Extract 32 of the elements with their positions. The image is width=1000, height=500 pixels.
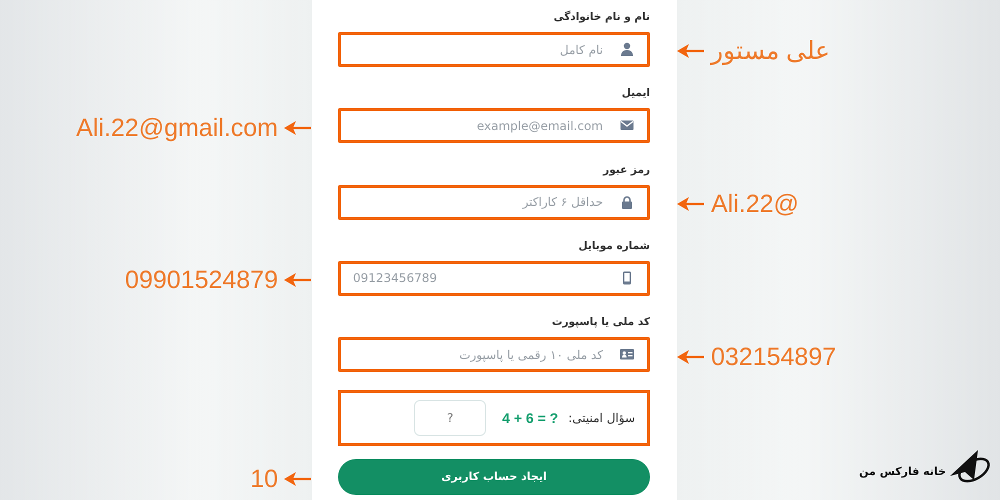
field-label: رمز عبور	[603, 162, 650, 178]
mobile-phone-icon	[620, 270, 634, 285]
annotation-text: 032154897	[711, 342, 836, 372]
annotation-text: 10	[250, 464, 278, 494]
input-field[interactable]: 09123456789	[338, 260, 650, 296]
field-label: کد ملی یا پاسپورت	[552, 315, 650, 330]
input-field[interactable]: نام کامل	[338, 32, 650, 67]
field-label: شماره موبایل	[578, 238, 650, 254]
arrow-icon	[677, 44, 705, 58]
arrow-icon	[284, 472, 312, 486]
input-field[interactable]: example@email.com	[338, 108, 650, 144]
captcha-question: 4 + 6 = ?	[502, 410, 558, 426]
arrow-icon	[284, 120, 312, 135]
answer-field[interactable]: ?	[414, 400, 486, 436]
annotation-text: علی مستور	[711, 36, 830, 66]
field-label: نام و نام خانوادگی	[554, 10, 650, 25]
arrow-icon	[677, 350, 705, 364]
logo-text: خانه فارکس من	[859, 465, 946, 478]
annotation-text: 09901524879	[125, 265, 278, 296]
annotation-text: Ali.22@gmail.com	[76, 112, 278, 143]
lock-icon	[620, 194, 634, 209]
field-label: ایمیل	[622, 86, 650, 102]
captcha-label: سؤال امنیتی:	[568, 410, 635, 425]
annotation-text: Ali.22@	[711, 188, 799, 219]
envelope-icon	[620, 118, 634, 132]
arrow-icon	[284, 273, 312, 288]
person-icon	[620, 42, 634, 56]
arrow-icon	[677, 196, 705, 211]
create-account-button[interactable]: ایجاد حساب کاربری	[338, 458, 650, 495]
input-field[interactable]: کد ملی ۱۰ رقمی یا پاسپورت	[338, 337, 650, 372]
id-card-icon	[620, 347, 634, 362]
input-field[interactable]: حداقل ۶ کاراکتر	[338, 184, 650, 220]
